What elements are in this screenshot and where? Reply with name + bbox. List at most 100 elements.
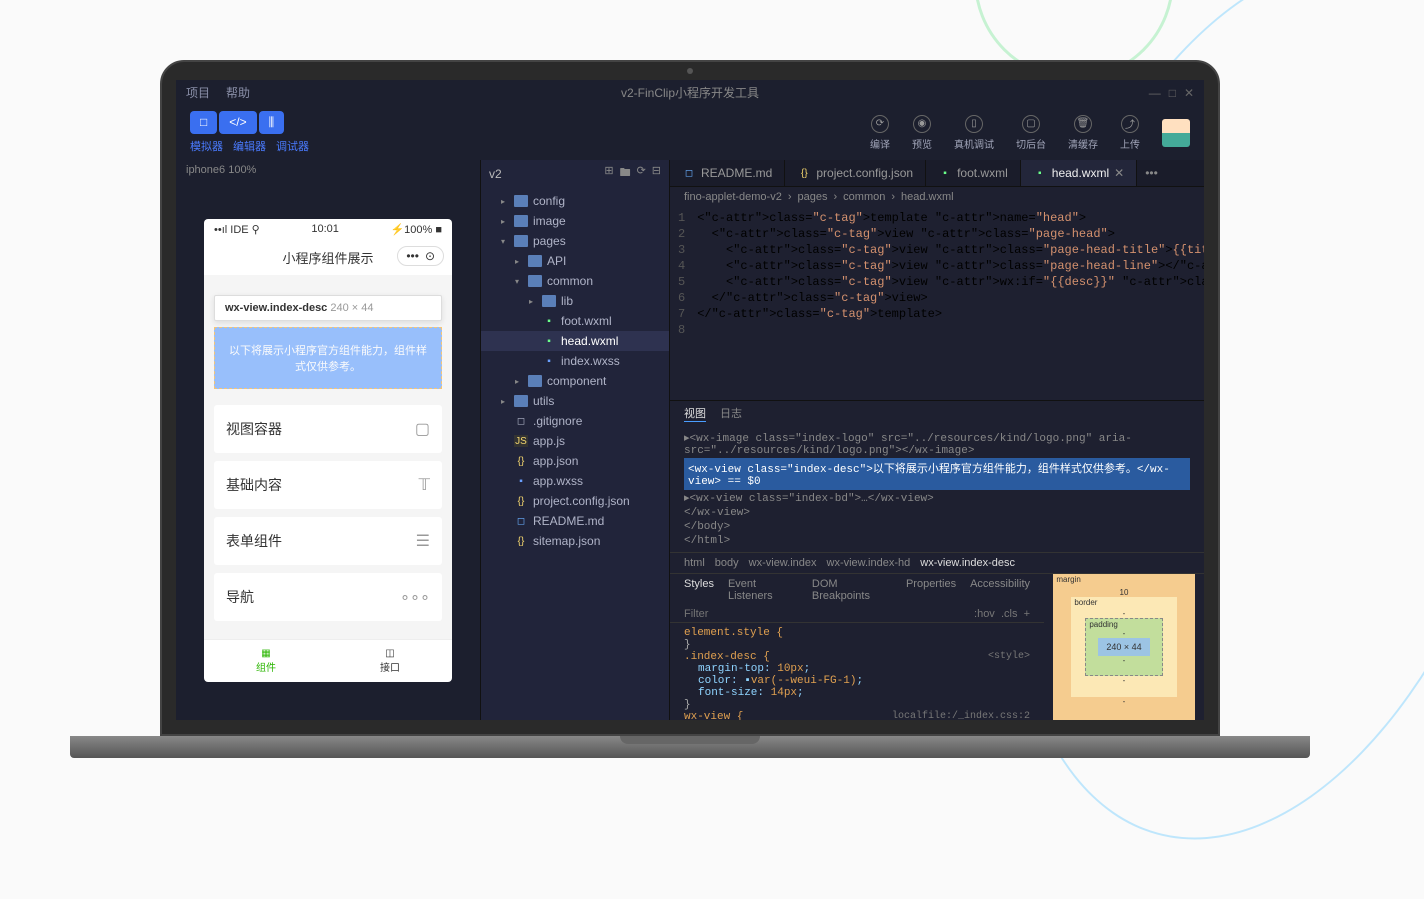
- tree-folder-common[interactable]: ▾common: [481, 271, 669, 291]
- folder-icon: [514, 215, 528, 227]
- menubar: 项目 帮助 v2-FinClip小程序开发工具 — □ ✕: [176, 80, 1204, 105]
- new-folder-icon[interactable]: 🖿: [620, 164, 631, 183]
- tree-file-readme[interactable]: ◻README.md: [481, 511, 669, 531]
- tree-file-foot[interactable]: ▪foot.wxml: [481, 311, 669, 331]
- list-item[interactable]: 基础内容𝕋: [214, 461, 442, 509]
- tree-folder-image[interactable]: ▸image: [481, 211, 669, 231]
- tree-folder-config[interactable]: ▸config: [481, 191, 669, 211]
- wxss-icon: ▪: [514, 475, 528, 487]
- tree-file-projectconfig[interactable]: {}project.config.json: [481, 491, 669, 511]
- hov-toggle[interactable]: :hov: [974, 608, 995, 620]
- dots-icon: ∘∘∘: [400, 587, 430, 607]
- file-icon: ◻: [514, 415, 528, 427]
- background-button[interactable]: ▢切后台: [1016, 115, 1046, 151]
- cls-toggle[interactable]: .cls: [1001, 608, 1018, 620]
- wxml-icon: ▪: [938, 167, 952, 179]
- close-icon[interactable]: ✕: [1184, 86, 1194, 100]
- md-icon: ◻: [682, 167, 696, 179]
- elements-tree[interactable]: ▸<wx-image class="index-logo" src="../re…: [670, 426, 1204, 552]
- debugger-toggle[interactable]: ⫼: [259, 111, 285, 134]
- preview-button[interactable]: ◉预览: [912, 115, 932, 151]
- selected-element-highlight: 以下将展示小程序官方组件能力，组件样式仅供参考。: [214, 327, 442, 389]
- maximize-icon[interactable]: □: [1169, 86, 1176, 100]
- devtools-panel: 视图 日志 ▸<wx-image class="index-logo" src=…: [670, 400, 1204, 720]
- device-info[interactable]: iphone6 100%: [176, 160, 480, 180]
- element-breadcrumb[interactable]: htmlbodywx-view.indexwx-view.index-hdwx-…: [670, 552, 1204, 574]
- styles-tab[interactable]: Styles: [684, 578, 714, 602]
- wxss-icon: ▪: [542, 355, 556, 367]
- tree-file-appjs[interactable]: JSapp.js: [481, 431, 669, 451]
- upload-button[interactable]: ⤴上传: [1120, 115, 1140, 151]
- more-tabs-icon[interactable]: •••: [1137, 166, 1166, 180]
- tree-folder-utils[interactable]: ▸utils: [481, 391, 669, 411]
- editor-toggle[interactable]: </>: [219, 111, 256, 134]
- tab-readme[interactable]: ◻README.md: [670, 160, 785, 186]
- tree-file-appjson[interactable]: {}app.json: [481, 451, 669, 471]
- tab-components[interactable]: ▦组件: [204, 640, 328, 682]
- capsule-close-icon[interactable]: ⊙: [425, 249, 435, 263]
- tree-folder-component[interactable]: ▸component: [481, 371, 669, 391]
- list-item[interactable]: 表单组件☰: [214, 517, 442, 565]
- devtools-tab-log[interactable]: 日志: [720, 405, 742, 422]
- clear-cache-button[interactable]: 🗑清缓存: [1068, 115, 1098, 151]
- folder-icon: [528, 375, 542, 387]
- collapse-icon[interactable]: ⊟: [652, 164, 661, 183]
- avatar[interactable]: [1162, 119, 1190, 147]
- refresh-icon[interactable]: ⟳: [637, 164, 646, 183]
- code-editor[interactable]: 12345678 <"c-attr">class="c-tag">templat…: [670, 207, 1204, 400]
- tree-file-head[interactable]: ▪head.wxml: [481, 331, 669, 351]
- status-battery: ⚡100% ■: [390, 223, 442, 236]
- tree-folder-lib[interactable]: ▸lib: [481, 291, 669, 311]
- container-icon: ▢: [415, 419, 430, 439]
- tree-file-appwxss[interactable]: ▪app.wxss: [481, 471, 669, 491]
- selected-element[interactable]: <wx-view class="index-desc">以下将展示小程序官方组件…: [684, 458, 1190, 490]
- folder-icon: [514, 195, 528, 207]
- folder-icon: [542, 295, 556, 307]
- background-icon: ▢: [1022, 115, 1040, 133]
- accessibility-tab[interactable]: Accessibility: [970, 578, 1030, 602]
- ide-window: 项目 帮助 v2-FinClip小程序开发工具 — □ ✕ □ </> ⫼ 模拟…: [176, 80, 1204, 720]
- tree-file-sitemap[interactable]: {}sitemap.json: [481, 531, 669, 551]
- dom-breakpoints-tab[interactable]: DOM Breakpoints: [812, 578, 892, 602]
- list-item[interactable]: 视图容器▢: [214, 405, 442, 453]
- css-rules[interactable]: element.style { } <style>.index-desc { m…: [670, 623, 1044, 720]
- add-rule-icon[interactable]: +: [1024, 608, 1030, 620]
- json-icon: {}: [514, 535, 528, 547]
- menu-project[interactable]: 项目: [186, 84, 210, 101]
- simulator-panel: iphone6 100% ••ıl IDE ⚲ 10:01 ⚡100% ■ 小程…: [176, 160, 480, 720]
- wxml-icon: ▪: [542, 335, 556, 347]
- styles-filter-input[interactable]: [684, 608, 974, 620]
- phone-preview: ••ıl IDE ⚲ 10:01 ⚡100% ■ 小程序组件展示 •••⊙ wx…: [204, 219, 452, 682]
- folder-icon: [528, 255, 542, 267]
- json-icon: {}: [514, 455, 528, 467]
- phone-icon: ▯: [965, 115, 983, 133]
- properties-tab[interactable]: Properties: [906, 578, 956, 602]
- tab-api[interactable]: ◫接口: [328, 640, 452, 682]
- breadcrumb[interactable]: fino-applet-demo-v2›pages›common›head.wx…: [670, 187, 1204, 207]
- simulator-toggle[interactable]: □: [190, 111, 217, 134]
- json-icon: {}: [797, 167, 811, 179]
- project-root[interactable]: v2: [489, 167, 502, 181]
- menu-help[interactable]: 帮助: [226, 84, 250, 101]
- tab-foot[interactable]: ▪foot.wxml: [926, 160, 1021, 186]
- eye-icon: ◉: [913, 115, 931, 133]
- menu-icon: ☰: [416, 531, 430, 551]
- compile-button[interactable]: ⟳编译: [870, 115, 890, 151]
- tree-file-indexwxss[interactable]: ▪index.wxss: [481, 351, 669, 371]
- list-item[interactable]: 导航∘∘∘: [214, 573, 442, 621]
- nav-title: 小程序组件展示: [282, 251, 373, 266]
- close-tab-icon[interactable]: ✕: [1114, 166, 1124, 180]
- folder-icon: [514, 235, 528, 247]
- minimize-icon[interactable]: —: [1149, 86, 1161, 100]
- capsule-menu-icon[interactable]: •••: [406, 249, 419, 263]
- tree-folder-pages[interactable]: ▾pages: [481, 231, 669, 251]
- devtools-tab-view[interactable]: 视图: [684, 405, 706, 422]
- wxml-icon: ▪: [1033, 167, 1047, 179]
- tree-file-gitignore[interactable]: ◻.gitignore: [481, 411, 669, 431]
- new-file-icon[interactable]: ⊞: [604, 164, 613, 183]
- remote-debug-button[interactable]: ▯真机调试: [954, 115, 994, 151]
- tree-folder-api[interactable]: ▸API: [481, 251, 669, 271]
- tab-head[interactable]: ▪head.wxml✕: [1021, 160, 1137, 186]
- event-listeners-tab[interactable]: Event Listeners: [728, 578, 798, 602]
- tab-projectconfig[interactable]: {}project.config.json: [785, 160, 926, 186]
